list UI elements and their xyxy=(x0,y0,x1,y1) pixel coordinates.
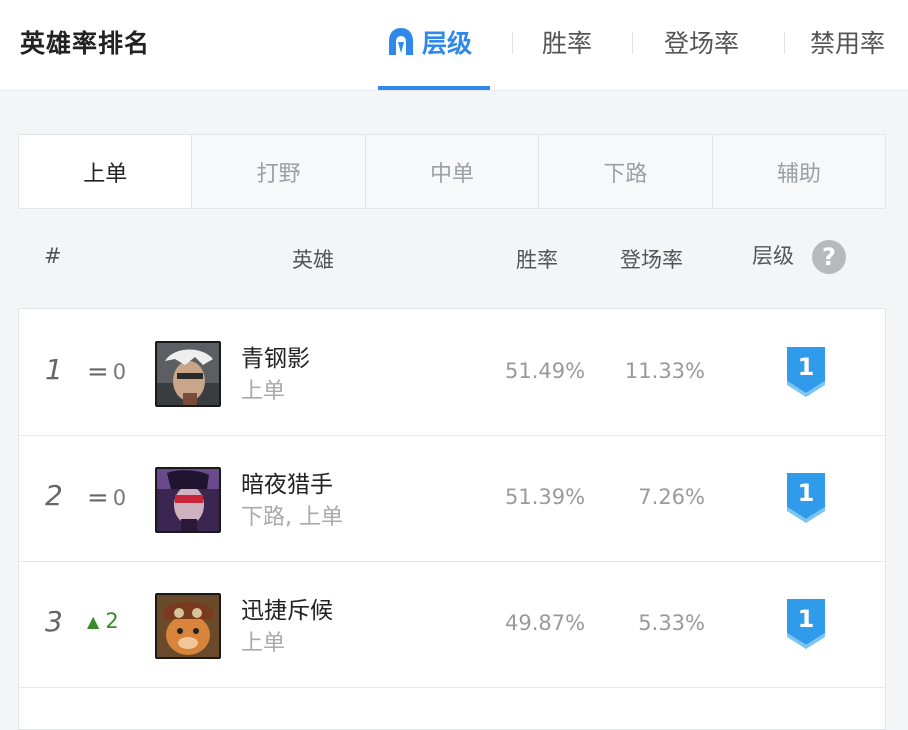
rank-number: 2 xyxy=(45,479,63,512)
column-hero: 英雄 xyxy=(292,248,334,272)
rank-change-value: 0 xyxy=(112,360,127,384)
tier-value: 1 xyxy=(798,353,815,381)
hero-pickrate: 7.26% xyxy=(638,485,705,509)
column-pickrate[interactable]: 登场率 xyxy=(620,244,683,274)
rank-change-value: 2 xyxy=(105,609,119,633)
rank-change: = 0 xyxy=(87,357,126,387)
tab-banrate-label: 禁用率 xyxy=(810,29,886,58)
hero-name[interactable]: 迅捷斥候 xyxy=(241,591,333,625)
role-jungle[interactable]: 打野 xyxy=(191,135,364,208)
hero-pickrate: 11.33% xyxy=(624,359,705,383)
hero-portrait-icon xyxy=(157,343,219,405)
rank-number: 1 xyxy=(45,353,63,386)
role-bot[interactable]: 下路 xyxy=(538,135,711,208)
help-icon[interactable]: ? xyxy=(812,240,846,274)
hero-role: 下路, 上单 xyxy=(241,505,343,530)
tier-badge: 1 xyxy=(787,347,825,397)
tier-value: 1 xyxy=(798,479,815,507)
table-row[interactable]: 1 = 0 青钢影 上单 51.49% 11.33% 1 xyxy=(19,309,885,436)
tab-pickrate[interactable]: 登场率 xyxy=(664,22,739,62)
rank-change-symbol: = xyxy=(87,483,109,513)
hero-role: 上单 xyxy=(241,379,286,404)
rank-change: ▲ 2 xyxy=(87,609,119,633)
column-rank: # xyxy=(44,244,62,268)
helmet-icon xyxy=(389,28,413,55)
hero-winrate: 49.87% xyxy=(505,611,586,635)
hero-list: 1 = 0 青钢影 上单 51.49% 11.33% 1 2 = 0 暗夜猎手 … xyxy=(18,308,886,730)
header-bar: 英雄率排名 层级 胜率 登场率 禁用率 xyxy=(0,0,908,91)
role-filter: 上单 打野 中单 下路 辅助 xyxy=(18,134,886,209)
tab-banrate[interactable]: 禁用率 xyxy=(810,22,885,62)
tab-divider xyxy=(512,32,513,54)
tab-winrate[interactable]: 胜率 xyxy=(542,22,592,62)
hero-name[interactable]: 青钢影 xyxy=(241,339,310,373)
hero-role: 上单 xyxy=(241,631,286,656)
hero-winrate: 51.39% xyxy=(505,485,586,509)
hero-avatar[interactable] xyxy=(155,467,221,533)
rank-change-value: 0 xyxy=(112,486,127,510)
role-mid[interactable]: 中单 xyxy=(364,135,538,208)
rank-number: 3 xyxy=(45,605,63,638)
tier-value: 1 xyxy=(798,605,815,633)
tab-divider xyxy=(784,32,785,54)
table-row[interactable]: 2 = 0 暗夜猎手 下路, 上单 51.39% 7.26% 1 xyxy=(19,435,885,562)
tab-tier[interactable]: 层级 xyxy=(388,22,472,62)
page-title: 英雄率排名 xyxy=(20,29,151,58)
tab-tier-label: 层级 xyxy=(422,29,473,58)
rank-change: = 0 xyxy=(87,483,126,513)
tab-winrate-label: 胜率 xyxy=(542,29,593,58)
hero-name[interactable]: 暗夜猎手 xyxy=(241,465,333,499)
hero-winrate: 51.49% xyxy=(505,359,586,383)
hero-portrait-icon xyxy=(157,469,219,531)
tab-pickrate-label: 登场率 xyxy=(664,29,740,58)
tab-divider xyxy=(632,32,633,54)
rank-up-icon: ▲ xyxy=(87,611,100,631)
hero-pickrate: 5.33% xyxy=(638,611,705,635)
active-tab-indicator xyxy=(378,86,490,90)
role-support[interactable]: 辅助 xyxy=(711,135,885,208)
table-header: # 英雄 胜率 登场率 层级 xyxy=(0,230,908,286)
hero-avatar[interactable] xyxy=(155,341,221,407)
tier-badge: 1 xyxy=(787,473,825,523)
hero-portrait-icon xyxy=(157,595,219,657)
role-top[interactable]: 上单 xyxy=(19,135,192,208)
hero-avatar[interactable] xyxy=(155,593,221,659)
table-row[interactable]: 3 ▲ 2 迅捷斥候 上单 49.87% 5.33% 1 xyxy=(19,561,885,688)
rank-change-symbol: = xyxy=(87,357,109,387)
tier-badge: 1 xyxy=(787,599,825,649)
column-winrate[interactable]: 胜率 xyxy=(516,244,558,274)
column-tier[interactable]: 层级 xyxy=(752,240,794,270)
